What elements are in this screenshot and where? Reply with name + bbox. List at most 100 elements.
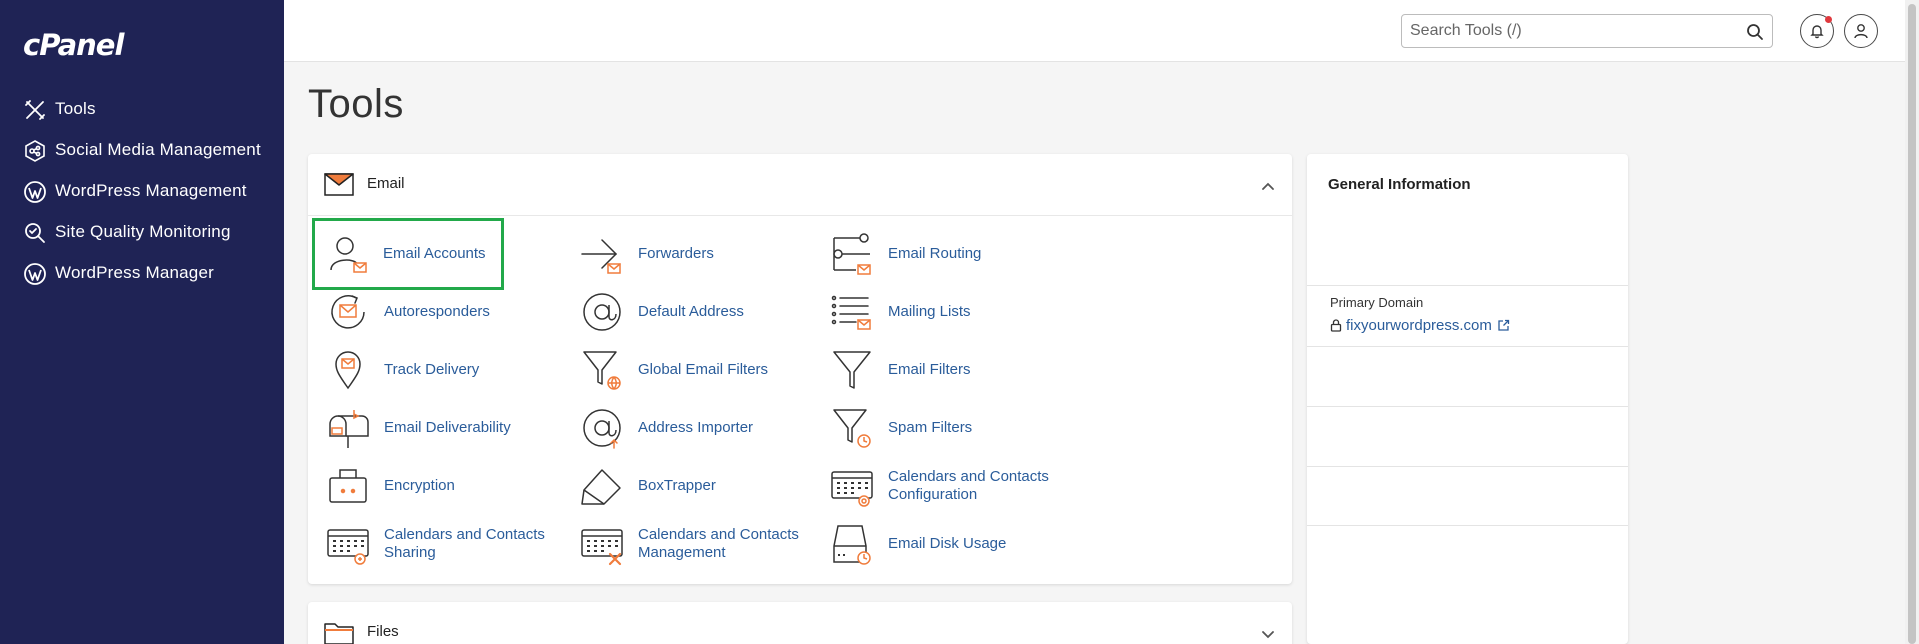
tool-encryption[interactable]: Encryption xyxy=(316,458,556,514)
email-filters-icon xyxy=(833,351,871,389)
info-divider xyxy=(1307,525,1628,526)
notifications-button[interactable] xyxy=(1800,14,1834,48)
tool-label: Track Delivery xyxy=(384,361,480,378)
spam-filters-icon xyxy=(833,409,871,448)
tool-label: Default Address xyxy=(638,303,744,320)
tool-label: Autoresponders xyxy=(384,303,490,320)
tool-label: Email Deliverability xyxy=(384,419,511,436)
tool-calendars-config[interactable]: Calendars and Contacts Configuration xyxy=(820,458,1060,514)
files-section: Files xyxy=(308,602,1292,644)
sidebar-item-wordpress-management[interactable]: WordPress Management xyxy=(0,174,284,209)
info-divider xyxy=(1307,285,1628,286)
email-routing-icon xyxy=(833,233,871,275)
boxtrapper-icon xyxy=(581,469,621,505)
tool-email-accounts[interactable]: Email Accounts xyxy=(312,218,504,290)
site-quality-icon xyxy=(25,223,45,243)
info-divider xyxy=(1307,346,1628,347)
top-header xyxy=(284,0,1919,62)
tool-label: Email Accounts xyxy=(383,245,486,262)
tool-label: Encryption xyxy=(384,477,455,494)
tool-label: Global Email Filters xyxy=(638,361,769,378)
general-info-panel: General Information Primary Domain fixyo… xyxy=(1307,154,1628,644)
tool-label: Forwarders xyxy=(638,245,714,262)
tool-label: Email Disk Usage xyxy=(888,535,1007,552)
tool-boxtrapper[interactable]: BoxTrapper xyxy=(570,458,810,514)
page-scrollbar[interactable] xyxy=(1905,0,1919,644)
files-section-title: Files xyxy=(367,623,399,640)
tool-forwarders[interactable]: Forwarders xyxy=(570,226,810,282)
calendar-management-icon xyxy=(581,529,623,566)
folder-icon xyxy=(324,623,354,644)
primary-domain-link[interactable]: fixyourwordpress.com xyxy=(1330,317,1514,334)
bell-icon xyxy=(1810,25,1824,39)
info-divider xyxy=(1307,406,1628,407)
default-address-icon xyxy=(583,293,621,331)
calendar-config-icon xyxy=(831,471,873,507)
autoresponders-icon xyxy=(331,295,365,329)
tool-label: Calendars and Contacts Configuration xyxy=(888,468,1049,503)
tool-calendars-sharing[interactable]: Calendars and Contacts Sharing xyxy=(316,516,556,572)
sidebar-item-label: Site Quality Monitoring xyxy=(55,222,231,241)
primary-domain-label: Primary Domain xyxy=(1330,295,1424,310)
tool-global-email-filters[interactable]: Global Email Filters xyxy=(570,342,810,398)
chevron-up-icon[interactable] xyxy=(1260,178,1276,194)
envelope-icon xyxy=(324,173,354,196)
tool-label: Calendars and Contacts Management xyxy=(638,526,799,561)
address-importer-icon xyxy=(583,409,621,449)
email-deliverability-icon xyxy=(329,410,369,448)
mailing-lists-icon xyxy=(831,295,871,330)
wordpress-icon xyxy=(24,181,46,203)
page-title: Tools xyxy=(308,82,404,126)
search-box[interactable] xyxy=(1401,14,1773,48)
sidebar-item-label: WordPress Manager xyxy=(55,263,214,282)
tool-email-filters[interactable]: Email Filters xyxy=(820,342,1060,398)
search-input[interactable] xyxy=(1410,21,1730,41)
sidebar-item-site-quality[interactable]: Site Quality Monitoring xyxy=(0,215,284,250)
tool-spam-filters[interactable]: Spam Filters xyxy=(820,400,1060,456)
sidebar-item-label: Social Media Management xyxy=(55,140,261,159)
sidebar-item-label: Tools xyxy=(55,99,96,118)
tool-email-deliverability[interactable]: Email Deliverability xyxy=(316,400,556,456)
tool-email-disk-usage[interactable]: Email Disk Usage xyxy=(820,516,1060,572)
cpanel-logo[interactable]: cPanel xyxy=(23,28,124,62)
tool-label: Mailing Lists xyxy=(888,303,971,320)
tool-mailing-lists[interactable]: Mailing Lists xyxy=(820,284,1060,340)
tool-track-delivery[interactable]: Track Delivery xyxy=(316,342,556,398)
notification-dot xyxy=(1825,16,1832,23)
tool-default-address[interactable]: Default Address xyxy=(570,284,810,340)
sidebar-nav: Tools Social Media Management WordPress … xyxy=(0,92,284,297)
external-link-icon[interactable] xyxy=(1497,319,1510,332)
wordpress-icon xyxy=(24,263,46,285)
email-accounts-icon xyxy=(330,237,367,273)
encryption-icon xyxy=(329,469,367,503)
tool-address-importer[interactable]: Address Importer xyxy=(570,400,810,456)
global-email-filters-icon xyxy=(583,351,621,390)
lock-icon xyxy=(1330,319,1342,332)
user-menu-button[interactable] xyxy=(1844,14,1878,48)
tool-label: Spam Filters xyxy=(888,419,973,436)
user-icon xyxy=(1854,24,1868,39)
files-section-header[interactable]: Files xyxy=(308,602,1292,644)
email-section-title: Email xyxy=(367,175,405,192)
tool-label: Email Routing xyxy=(888,245,982,262)
track-delivery-icon xyxy=(335,351,361,390)
general-info-title: General Information xyxy=(1328,176,1471,193)
sidebar-item-wordpress-manager[interactable]: WordPress Manager xyxy=(0,256,284,291)
search-icon[interactable] xyxy=(1746,23,1764,41)
tool-label: Calendars and Contacts Sharing xyxy=(384,526,545,561)
calendar-sharing-icon xyxy=(327,529,369,565)
email-section-header[interactable]: Email xyxy=(308,154,1292,216)
chevron-down-icon[interactable] xyxy=(1260,626,1276,642)
social-media-icon xyxy=(25,140,45,162)
sidebar-item-label: WordPress Management xyxy=(55,181,247,200)
sidebar-item-tools[interactable]: Tools xyxy=(0,92,284,127)
tool-calendars-management[interactable]: Calendars and Contacts Management xyxy=(570,516,810,572)
info-divider xyxy=(1307,466,1628,467)
tool-label: Address Importer xyxy=(638,419,754,436)
tools-icon xyxy=(25,100,45,120)
primary-domain-value: fixyourwordpress.com xyxy=(1346,317,1492,334)
tool-autoresponders[interactable]: Autoresponders xyxy=(316,284,556,340)
sidebar-item-social-media[interactable]: Social Media Management xyxy=(0,133,284,168)
tool-email-routing[interactable]: Email Routing xyxy=(820,226,1060,282)
scrollbar-thumb[interactable] xyxy=(1908,4,1916,644)
